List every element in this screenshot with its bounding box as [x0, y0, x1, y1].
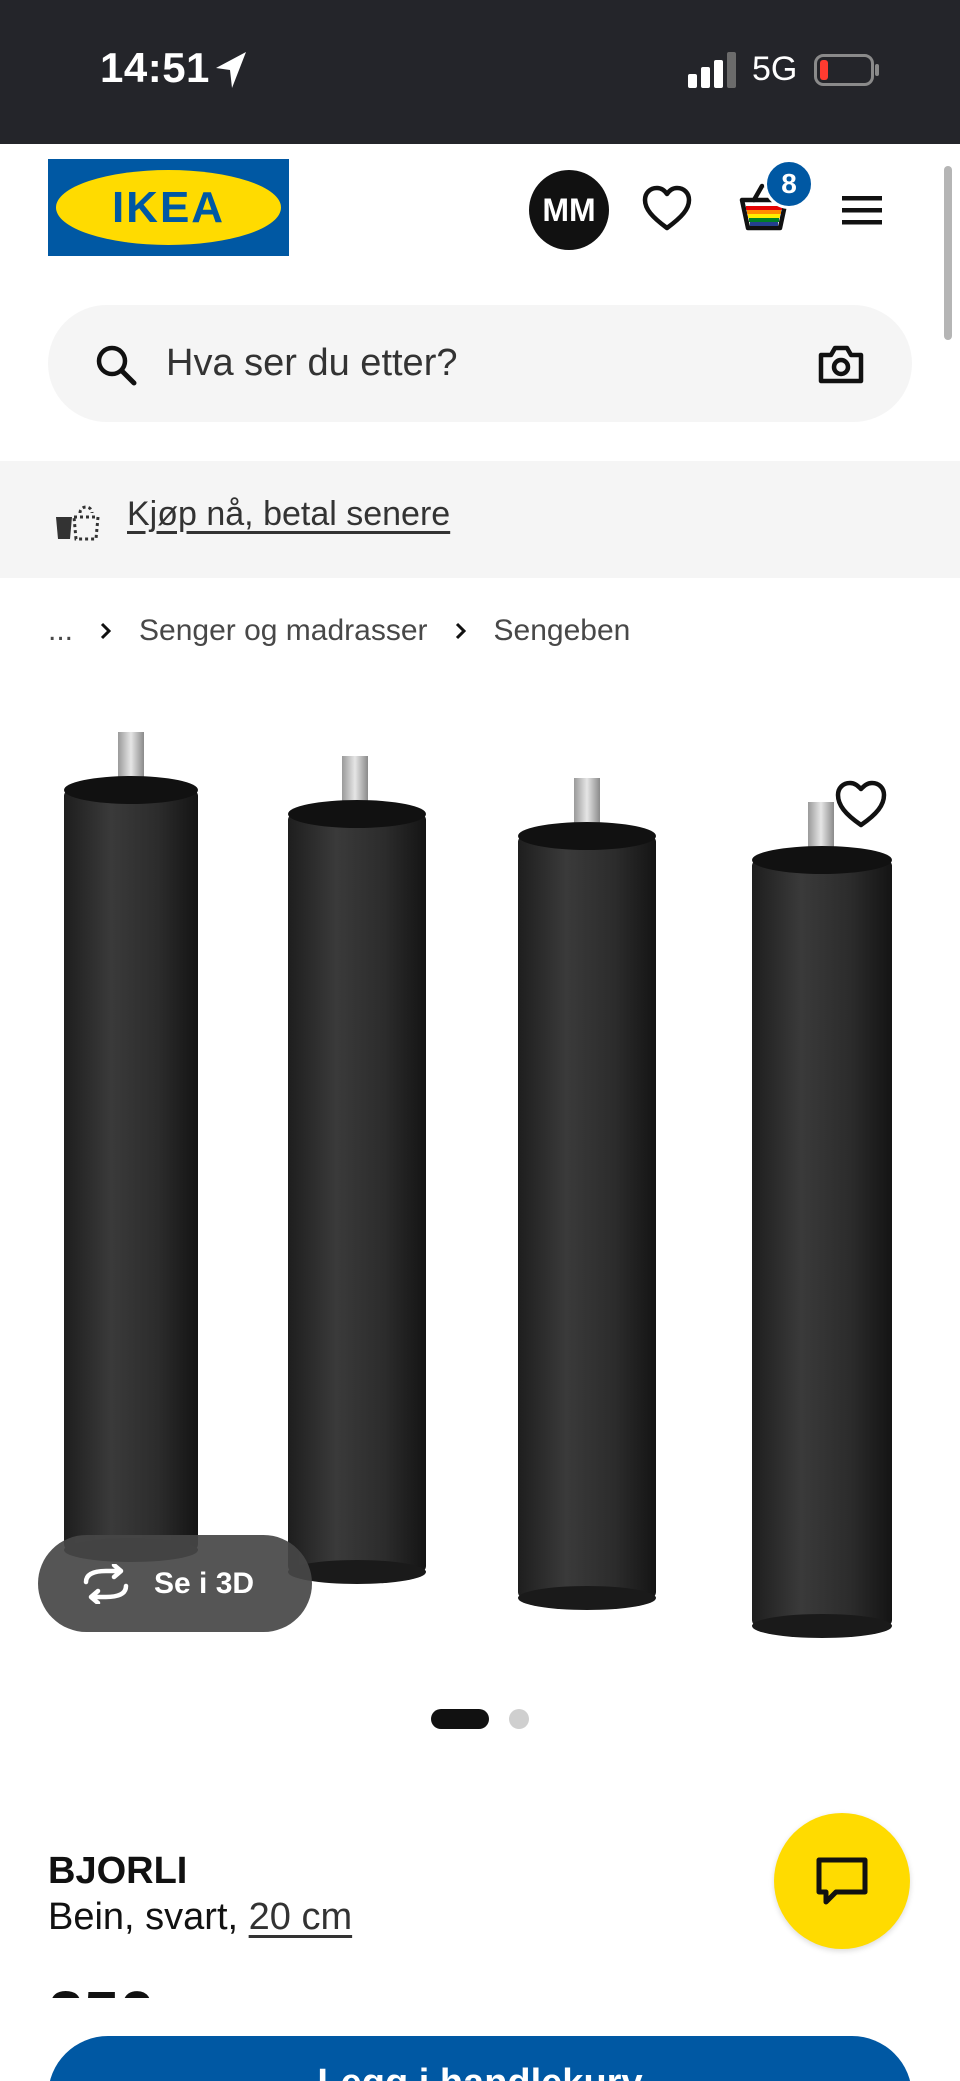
site-header: IKEA MM 8: [0, 144, 960, 286]
logo-text: IKEA: [111, 183, 226, 232]
product-description-text: Bein, svart,: [48, 1896, 249, 1938]
breadcrumb-item-bed-legs[interactable]: Sengeben: [494, 614, 631, 648]
rotate-3d-icon: [83, 1563, 129, 1604]
heart-icon[interactable]: [642, 184, 692, 234]
ikea-logo[interactable]: IKEA: [48, 159, 289, 256]
chat-icon: [816, 1857, 868, 1905]
breadcrumb-ellipsis[interactable]: ...: [48, 614, 73, 648]
search-bar[interactable]: [48, 305, 912, 422]
add-to-cart-button[interactable]: Legg i handlekurv: [48, 2036, 912, 2081]
product-photo-legs: [64, 732, 892, 1638]
cart-count-badge: 8: [764, 159, 814, 209]
breadcrumb-item-beds[interactable]: Senger og madrasser: [139, 614, 428, 648]
search-input[interactable]: [166, 335, 726, 391]
add-to-cart-label: Legg i handlekurv: [48, 2062, 912, 2081]
see-in-3d-label: Se i 3D: [154, 1566, 255, 1600]
bag-installment-icon: [56, 505, 100, 541]
menu-icon[interactable]: [840, 188, 884, 232]
signal-icon: [688, 52, 736, 88]
product-price: 250: [48, 1986, 188, 1998]
promo-banner: Kjøp nå, betal senere: [0, 461, 960, 578]
breadcrumb: ... Senger og madrasser Sengeben: [48, 611, 630, 651]
network-label: 5G: [752, 50, 798, 88]
add-to-favourites-icon[interactable]: [834, 778, 888, 832]
buy-now-pay-later-link[interactable]: Kjøp nå, betal senere: [127, 495, 450, 534]
scrollbar[interactable]: [944, 166, 952, 340]
carousel-dot[interactable]: [509, 1709, 529, 1729]
status-time: 14:51: [100, 44, 210, 91]
search-icon: [96, 345, 137, 386]
chevron-right-icon: [100, 622, 112, 640]
carousel-dot-active[interactable]: [431, 1709, 489, 1729]
product-name: BJORLI: [48, 1850, 188, 1892]
chevron-right-icon: [455, 622, 466, 640]
product-price-value: 250: [48, 1986, 188, 1998]
product-size-link[interactable]: 20 cm: [249, 1896, 352, 1938]
product-image[interactable]: [0, 690, 960, 1680]
chat-button[interactable]: [774, 1813, 910, 1949]
avatar[interactable]: MM: [529, 170, 609, 250]
battery-icon: [814, 54, 879, 86]
see-in-3d-button[interactable]: Se i 3D: [38, 1535, 312, 1632]
status-bar: 14:51 5G: [0, 0, 960, 144]
camera-icon[interactable]: [818, 343, 864, 385]
location-arrow-icon: [216, 52, 246, 88]
product-description: Bein, svart, 20 cm: [48, 1896, 352, 1939]
